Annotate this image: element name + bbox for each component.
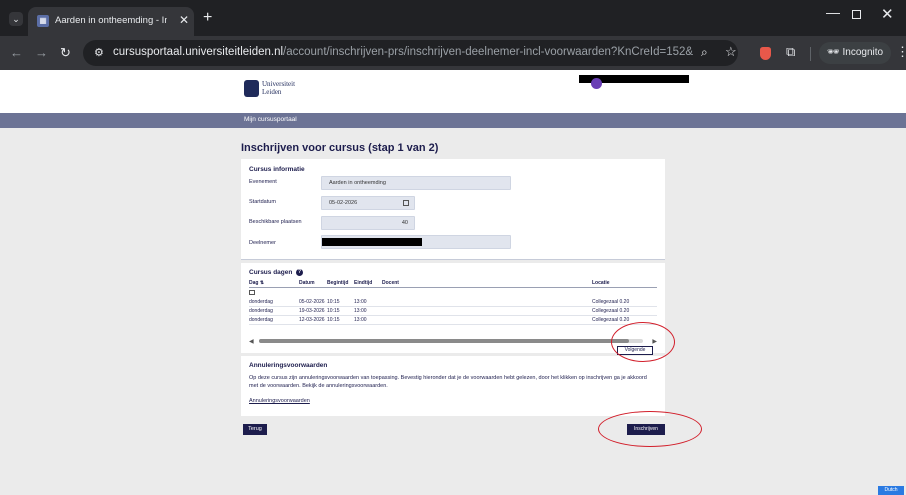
scroll-right-icon[interactable]: ▶	[652, 338, 657, 345]
horizontal-scrollbar[interactable]: ◀ ▶	[249, 338, 657, 345]
back-icon[interactable]: ←	[10, 45, 23, 60]
calendar-icon	[403, 200, 409, 206]
cell-datum: 05-02-2026	[299, 299, 325, 305]
incognito-label: Incognito	[842, 47, 884, 58]
header-line	[249, 287, 657, 288]
redacted-deelnemer	[322, 238, 422, 246]
cell-begintijd: 10:15	[327, 308, 340, 314]
browser-toolbar: ← → ↻ ⚙ cursusportaal.universiteitleiden…	[0, 36, 906, 70]
evenement-value: Aarden in ontheemding	[329, 180, 386, 186]
tab-title: Aarden in ontheemding - Insch	[55, 15, 167, 26]
page: Universiteit Leiden Mijn cursusportaal I…	[0, 70, 906, 495]
course-info-card: Cursus informatie Evenement Aarden in on…	[241, 159, 665, 260]
course-days-heading: Cursus dagen	[249, 269, 293, 276]
browser-tabstrip: ⌄ ▦ Aarden in ontheemding - Insch ✕ + — …	[0, 0, 906, 36]
col-eindtijd[interactable]: Eindtijd	[354, 280, 372, 286]
cell-datum: 12-03-2026	[299, 317, 325, 323]
maximize-icon[interactable]	[852, 10, 861, 19]
col-dag[interactable]: Dag ⇅	[249, 280, 264, 286]
cancellation-card: Annuleringsvoorwaarden Op deze cursus zi…	[241, 356, 665, 416]
startdatum-value: 05-02-2026	[329, 200, 358, 206]
table-row: donderdag 05-02-2026 10:15 13:00 College…	[241, 298, 665, 307]
col-docent[interactable]: Docent	[382, 280, 399, 286]
table-row: donderdag 12-03-2026 10:15 13:00 College…	[241, 316, 665, 325]
zoom-icon[interactable]: ⌕	[701, 45, 708, 60]
cancellation-heading: Annuleringsvoorwaarden	[249, 362, 328, 369]
filter-icon[interactable]	[249, 290, 255, 295]
plaatsen-field: 40	[321, 216, 415, 230]
address-bar[interactable]: ⚙ cursusportaal.universiteitleiden.nl/ac…	[83, 40, 738, 66]
logo-line-2: Leiden	[262, 88, 282, 96]
cell-eindtijd: 13:00	[354, 308, 367, 314]
browser-menu-icon[interactable]: ⋮	[896, 44, 906, 60]
cell-locatie: Collegezaal 0.20	[592, 317, 630, 323]
extensions-icon[interactable]: ⧉	[786, 44, 795, 60]
cell-datum: 19-03-2026	[299, 308, 325, 314]
startdatum-field: 05-02-2026	[321, 196, 415, 210]
evenement-field: Aarden in ontheemding	[321, 176, 511, 190]
cell-dag: donderdag	[249, 317, 273, 323]
minimize-icon[interactable]: —	[826, 4, 840, 20]
cell-eindtijd: 13:00	[354, 317, 367, 323]
reload-icon[interactable]: ↻	[60, 45, 71, 61]
logo-text[interactable]: Universiteit Leiden	[262, 80, 295, 96]
plaatsen-value: 40	[401, 220, 408, 226]
portal-nav-bar: Mijn cursusportaal	[0, 113, 906, 128]
avatar[interactable]	[591, 78, 602, 89]
main-content: Inschrijven voor cursus (stap 1 van 2) C…	[0, 128, 906, 495]
inschrijven-button[interactable]: Inschrijven	[627, 424, 665, 435]
mijn-cursusportaal-link[interactable]: Mijn cursusportaal	[244, 116, 297, 123]
scroll-thumb[interactable]	[259, 339, 629, 343]
course-info-heading: Cursus informatie	[249, 166, 305, 173]
toolbar-divider	[810, 47, 811, 61]
row-divider	[249, 324, 657, 325]
cell-begintijd: 10:15	[327, 299, 340, 305]
cancellation-text: Op deze cursus zijn annuleringsvoorwaard…	[249, 375, 647, 389]
deelnemer-label: Deelnemer	[249, 240, 276, 246]
col-datum[interactable]: Datum	[299, 280, 315, 286]
university-seal-icon[interactable]	[244, 80, 259, 97]
col-begintijd[interactable]: Begintijd	[327, 280, 348, 286]
close-window-icon[interactable]: ✕	[881, 5, 894, 23]
col-locatie[interactable]: Locatie	[592, 280, 610, 286]
volgende-button[interactable]: Volgende	[617, 346, 653, 355]
deelnemer-field	[321, 235, 511, 249]
cell-locatie: Collegezaal 0.20	[592, 308, 630, 314]
extension-shield-icon[interactable]	[760, 47, 771, 60]
card-divider	[241, 259, 665, 260]
startdatum-label: Startdatum	[249, 199, 276, 205]
tab-search-icon[interactable]: ⌄	[9, 12, 23, 26]
site-info-icon[interactable]: ⚙	[94, 46, 104, 59]
evenement-label: Evenement	[249, 179, 277, 185]
plaatsen-label: Beschikbare plaatsen	[249, 219, 302, 225]
corner-button[interactable]: Dutch	[878, 486, 904, 495]
help-icon[interactable]: ?	[296, 269, 303, 276]
cell-dag: donderdag	[249, 308, 273, 314]
table-row: donderdag 19-03-2026 10:15 13:00 College…	[241, 307, 665, 316]
browser-tab[interactable]: ▦ Aarden in ontheemding - Insch ✕	[28, 7, 194, 36]
url-text[interactable]: cursusportaal.universiteitleiden.nl/acco…	[113, 46, 693, 58]
course-days-card: Cursus dagen ? Dag ⇅ Datum Begintijd Ein…	[241, 263, 665, 355]
cell-locatie: Collegezaal 0.20	[592, 299, 630, 305]
incognito-badge[interactable]: 🕶 Incognito	[819, 42, 892, 64]
forward-icon[interactable]: →	[35, 45, 48, 60]
cancellation-link[interactable]: Annuleringsvoorwaarden	[249, 398, 310, 404]
new-tab-icon[interactable]: +	[203, 9, 212, 27]
url-path: /account/inschrijven-prs/inschrijven-dee…	[283, 46, 693, 58]
page-title: Inschrijven voor cursus (stap 1 van 2)	[241, 142, 439, 154]
terug-button[interactable]: Terug	[243, 424, 267, 435]
scroll-left-icon[interactable]: ◀	[249, 338, 254, 345]
logo-line-1: Universiteit	[262, 80, 296, 88]
bookmark-star-icon[interactable]: ☆	[725, 44, 737, 60]
cell-eindtijd: 13:00	[354, 299, 367, 305]
cell-dag: donderdag	[249, 299, 273, 305]
url-host: cursusportaal.universiteitleiden.nl	[113, 46, 284, 58]
site-header: Universiteit Leiden	[0, 70, 906, 113]
favicon-icon: ▦	[37, 15, 49, 27]
scroll-track[interactable]	[259, 339, 643, 343]
cell-begintijd: 10:15	[327, 317, 340, 323]
tab-close-icon[interactable]: ✕	[179, 13, 189, 27]
